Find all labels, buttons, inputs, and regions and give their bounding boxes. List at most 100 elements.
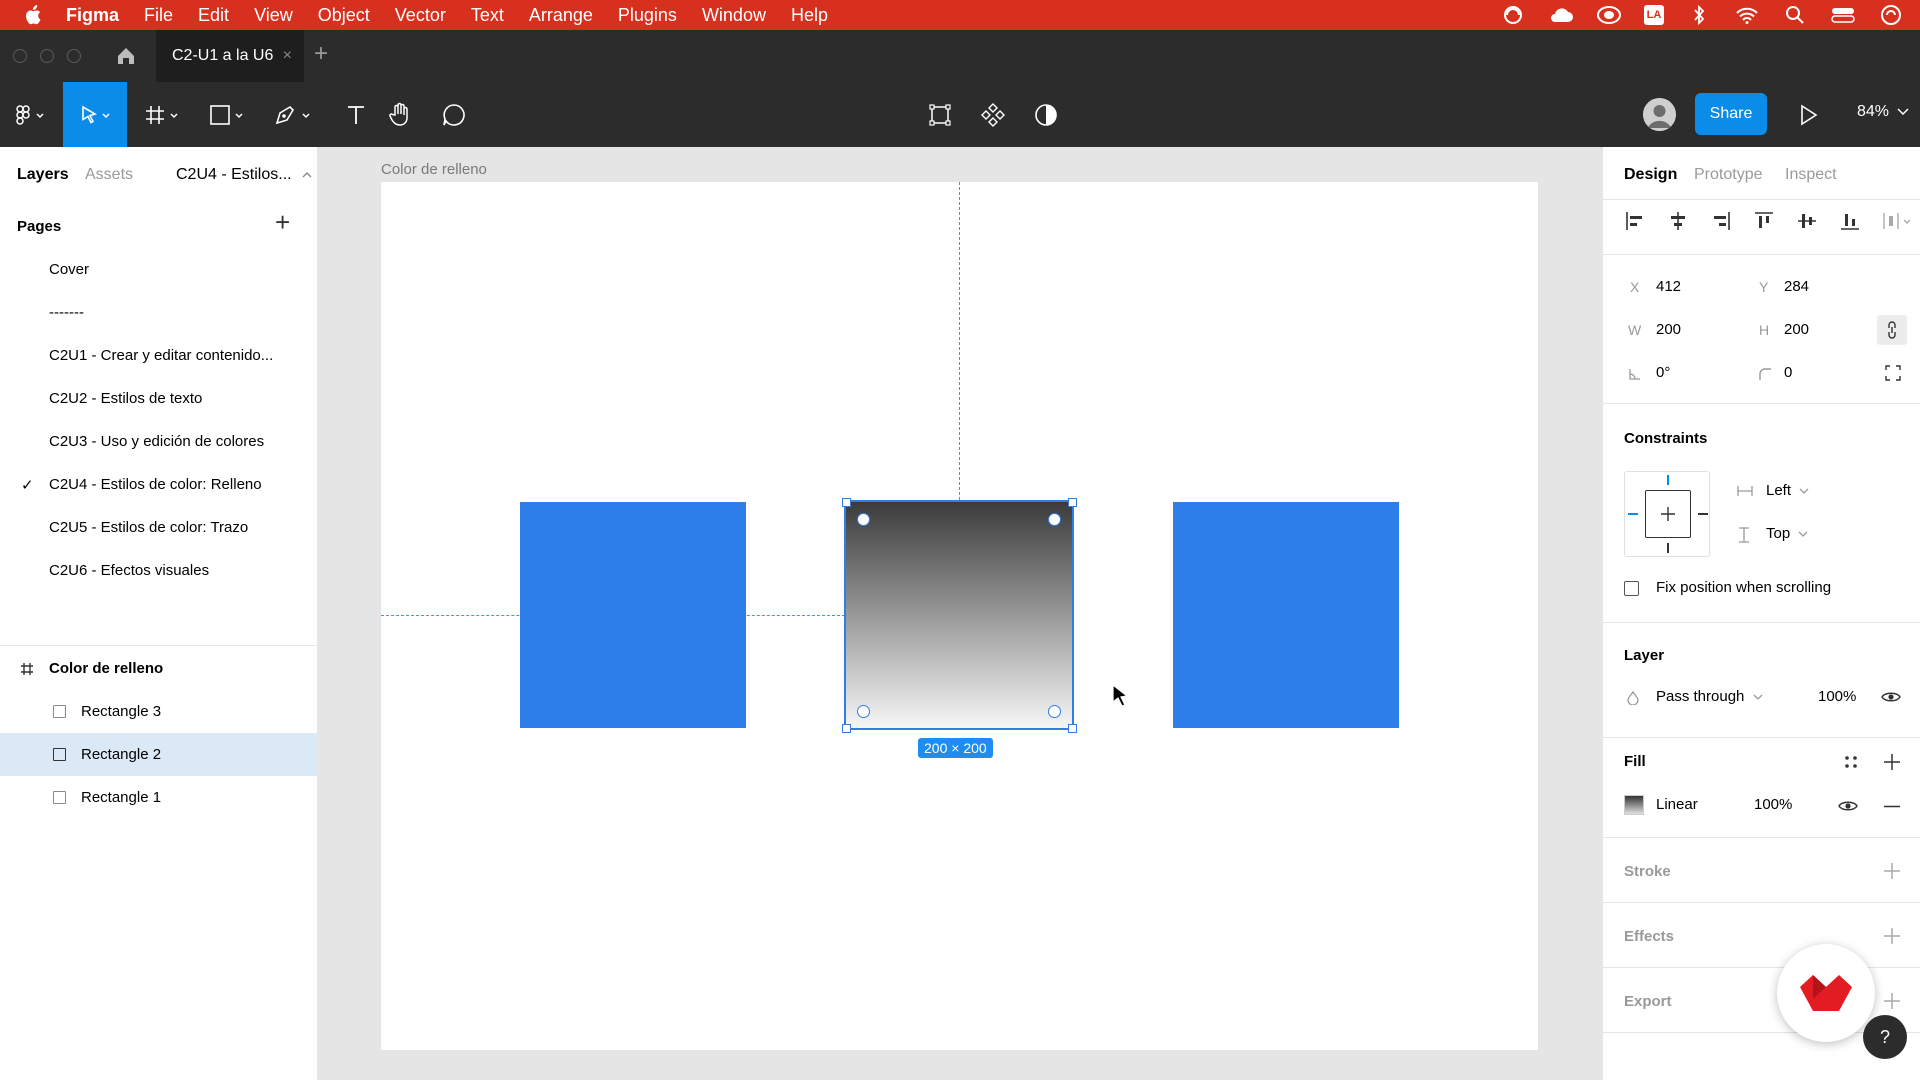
cc-files-icon[interactable] (1596, 4, 1622, 26)
corner-radius-handle-tl[interactable] (857, 513, 870, 526)
page-item-c2u1[interactable]: C2U1 - Crear y editar contenido... (49, 347, 273, 364)
blend-mode-dropdown[interactable]: Pass through (1656, 688, 1763, 705)
menu-object[interactable]: Object (318, 5, 370, 26)
text-tool-button[interactable] (334, 82, 378, 147)
play-icon[interactable] (1796, 103, 1820, 127)
fill-visibility-icon[interactable] (1838, 799, 1858, 813)
add-page-button[interactable]: + (275, 209, 290, 235)
layer-row-rectangle-1[interactable]: Rectangle 1 (0, 776, 318, 819)
home-icon[interactable] (114, 44, 138, 68)
page-item-c2u5[interactable]: C2U5 - Estilos de color: Trazo (49, 519, 248, 536)
frame-tool-button[interactable] (140, 82, 188, 147)
minimize-window-button[interactable] (40, 49, 54, 63)
align-top-icon[interactable] (1752, 209, 1776, 233)
align-vertical-center-icon[interactable] (1795, 209, 1819, 233)
help-button[interactable]: ? (1863, 1015, 1907, 1059)
tab-assets[interactable]: Assets (85, 166, 133, 184)
add-fill-icon[interactable] (1883, 753, 1901, 771)
constrain-proportions-icon[interactable] (1877, 315, 1907, 345)
canvas[interactable]: Color de relleno 200 × 200 (318, 147, 1602, 1080)
main-menu-button[interactable] (8, 82, 52, 147)
fill-swatch[interactable] (1624, 795, 1644, 815)
menu-file[interactable]: File (144, 5, 173, 26)
page-item-cover[interactable]: Cover (49, 261, 89, 278)
constraint-top-bar[interactable] (1667, 475, 1669, 485)
rectangle-3[interactable] (1173, 502, 1399, 728)
remove-fill-icon[interactable] (1883, 805, 1901, 808)
creative-cloud-icon[interactable] (1500, 4, 1526, 26)
rotation-input[interactable]: 0° (1656, 364, 1670, 381)
x-input[interactable]: 412 (1656, 278, 1681, 295)
fix-position-checkbox[interactable] (1624, 581, 1639, 596)
align-bottom-icon[interactable] (1838, 209, 1862, 233)
search-icon[interactable] (1782, 4, 1808, 26)
current-page-dropdown[interactable]: C2U4 - Estilos... (176, 166, 312, 184)
corner-radius-input[interactable]: 0 (1784, 364, 1792, 381)
new-tab-button[interactable]: + (314, 42, 328, 66)
fill-opacity-input[interactable]: 100% (1754, 796, 1792, 813)
eye-icon[interactable] (1881, 690, 1901, 704)
tab-inspect[interactable]: Inspect (1785, 166, 1837, 184)
page-item-c2u4[interactable]: C2U4 - Estilos de color: Relleno (49, 476, 262, 493)
align-right-icon[interactable] (1709, 209, 1733, 233)
add-effect-icon[interactable] (1883, 927, 1901, 945)
zoom-dropdown[interactable]: 84% (1857, 103, 1910, 121)
menu-figma[interactable]: Figma (66, 5, 119, 26)
menu-text[interactable]: Text (471, 5, 504, 26)
align-horizontal-center-icon[interactable] (1666, 209, 1690, 233)
share-button[interactable]: Share (1695, 93, 1767, 135)
bluetooth-icon[interactable] (1686, 4, 1712, 26)
pen-tool-button[interactable] (270, 82, 318, 147)
horizontal-constraint-dropdown[interactable]: Left (1766, 482, 1809, 499)
page-item-separator[interactable]: ------- (49, 304, 84, 321)
avatar[interactable] (1643, 98, 1676, 131)
resize-handle-tr[interactable] (1068, 498, 1077, 507)
add-stroke-icon[interactable] (1883, 862, 1901, 880)
height-input[interactable]: 200 (1784, 321, 1809, 338)
comment-tool-button[interactable] (432, 82, 476, 147)
control-center-icon[interactable] (1830, 4, 1856, 26)
menu-edit[interactable]: Edit (198, 5, 229, 26)
constraint-bottom-bar[interactable] (1667, 543, 1669, 553)
cloud-icon[interactable] (1548, 4, 1574, 26)
y-input[interactable]: 284 (1784, 278, 1809, 295)
tab-design[interactable]: Design (1624, 166, 1677, 184)
menu-arrange[interactable]: Arrange (529, 5, 593, 26)
add-export-icon[interactable] (1883, 992, 1901, 1010)
tab-prototype[interactable]: Prototype (1694, 166, 1762, 184)
apple-icon[interactable] (20, 3, 44, 27)
close-window-button[interactable] (13, 49, 27, 63)
menu-window[interactable]: Window (702, 5, 766, 26)
layer-row-rectangle-2[interactable]: Rectangle 2 (0, 733, 318, 776)
shape-tool-button[interactable] (205, 82, 253, 147)
tab-layers[interactable]: Layers (17, 166, 69, 184)
layer-row-rectangle-3[interactable]: Rectangle 3 (0, 690, 318, 733)
layer-opacity-input[interactable]: 100% (1818, 688, 1856, 705)
corner-radius-handle-bl[interactable] (857, 705, 870, 718)
component-icon[interactable] (971, 82, 1015, 147)
frame-label[interactable]: Color de relleno (381, 161, 487, 178)
siri-icon[interactable] (1878, 4, 1904, 26)
resize-handle-br[interactable] (1068, 724, 1077, 733)
vertical-constraint-dropdown[interactable]: Top (1766, 525, 1808, 542)
rectangle-2-selected[interactable] (844, 500, 1074, 730)
independent-corners-icon[interactable] (1885, 365, 1901, 381)
constraint-right-bar[interactable] (1698, 513, 1708, 515)
hand-tool-button[interactable] (378, 82, 422, 147)
distribute-icon[interactable] (1881, 209, 1915, 233)
menu-plugins[interactable]: Plugins (618, 5, 677, 26)
corner-radius-handle-tr[interactable] (1048, 513, 1061, 526)
page-item-c2u6[interactable]: C2U6 - Efectos visuales (49, 562, 209, 579)
wifi-icon[interactable] (1734, 4, 1760, 26)
la-icon[interactable]: LA (1644, 5, 1664, 25)
crop-frame-icon[interactable] (918, 82, 962, 147)
constraint-left-bar[interactable] (1628, 513, 1638, 515)
menu-help[interactable]: Help (791, 5, 828, 26)
constraint-widget[interactable] (1624, 471, 1710, 557)
mask-icon[interactable] (1024, 82, 1068, 147)
resize-handle-tl[interactable] (842, 498, 851, 507)
menu-view[interactable]: View (254, 5, 293, 26)
align-left-icon[interactable] (1623, 209, 1647, 233)
move-tool-button[interactable] (63, 82, 127, 147)
page-item-c2u3[interactable]: C2U3 - Uso y edición de colores (49, 433, 264, 450)
